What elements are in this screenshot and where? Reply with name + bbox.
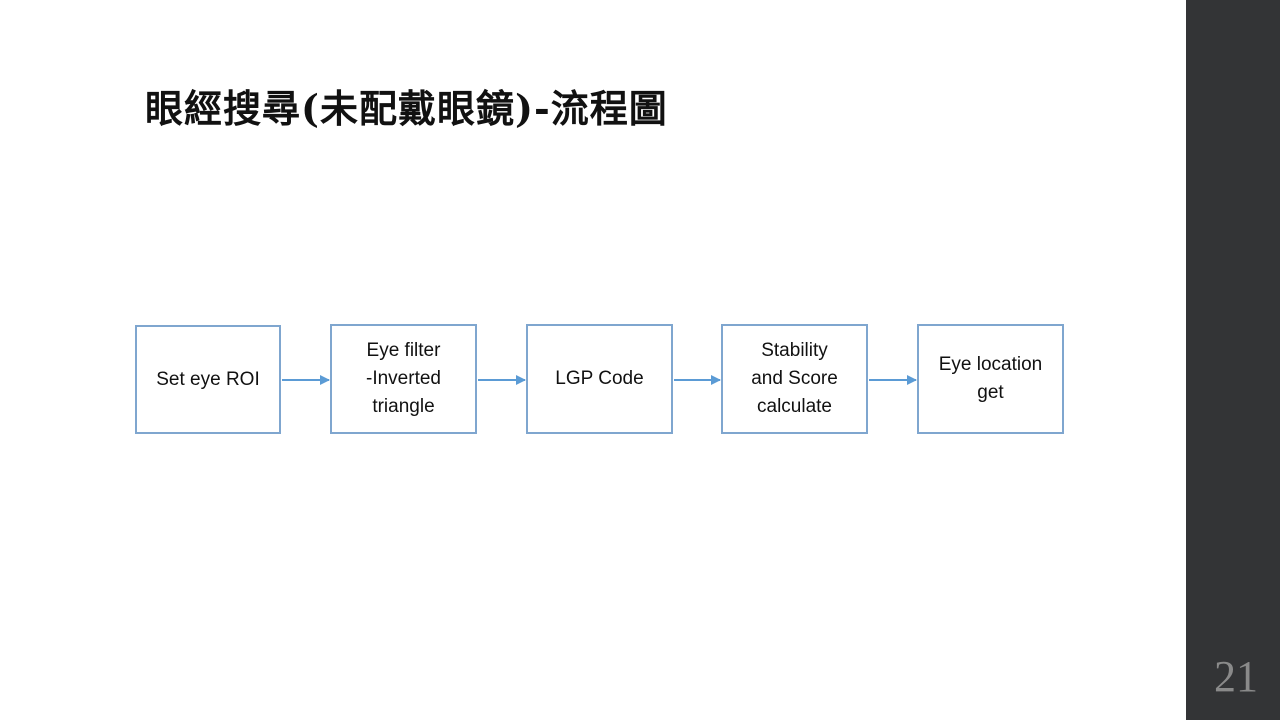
step-stability-score: Stability and Score calculate: [721, 324, 868, 434]
step-label: LGP Code: [555, 368, 644, 389]
step-eye-filter: Eye filter -Inverted triangle: [330, 324, 477, 434]
page-number: 21: [1214, 652, 1258, 701]
step-label: Set eye ROI: [156, 368, 260, 390]
slide-sidebar: 21: [1186, 0, 1280, 720]
slide-title: 眼經搜尋(未配戴眼鏡)-流程圖: [145, 86, 668, 131]
step-label: Eye location get: [938, 354, 1043, 403]
step-label: Eye filter -Inverted triangle: [366, 340, 441, 417]
step-eye-location: Eye location get: [917, 324, 1064, 434]
step-set-eye-roi: Set eye ROI: [135, 325, 281, 434]
step-lgp-code: LGP Code: [526, 324, 673, 434]
step-label: Stability and Score calculate: [751, 340, 838, 417]
